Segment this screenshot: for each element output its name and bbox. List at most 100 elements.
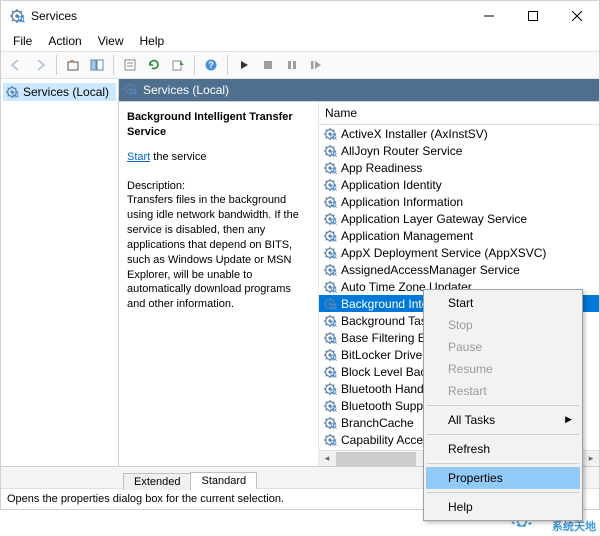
- ctx-start[interactable]: Start: [426, 292, 580, 314]
- gear-icon: [323, 348, 337, 362]
- close-button[interactable]: [555, 1, 599, 31]
- gear-icon: [123, 82, 137, 96]
- service-name: Application Information: [341, 195, 463, 209]
- menubar: File Action View Help: [1, 31, 599, 51]
- properties-icon[interactable]: [119, 54, 141, 76]
- service-name: Application Identity: [341, 178, 442, 192]
- gear-icon: [323, 263, 337, 277]
- refresh-icon[interactable]: [143, 54, 165, 76]
- gear-icon: [323, 212, 337, 226]
- help-icon[interactable]: ?: [200, 54, 222, 76]
- main-header-label: Services (Local): [143, 83, 229, 97]
- service-row[interactable]: ActiveX Installer (AxInstSV): [319, 125, 599, 142]
- service-row[interactable]: App Readiness: [319, 159, 599, 176]
- menu-help[interactable]: Help: [132, 32, 173, 50]
- service-row[interactable]: AllJoyn Router Service: [319, 142, 599, 159]
- start-service-icon[interactable]: [233, 54, 255, 76]
- gear-icon: [323, 229, 337, 243]
- tab-standard[interactable]: Standard: [190, 472, 257, 489]
- gear-icon: [323, 365, 337, 379]
- toolbar: ?: [1, 51, 599, 79]
- ctx-all-tasks-label: All Tasks: [448, 413, 495, 427]
- service-name: ActiveX Installer (AxInstSV): [341, 127, 488, 141]
- ctx-properties[interactable]: Properties: [426, 467, 580, 489]
- service-row[interactable]: Application Layer Gateway Service: [319, 210, 599, 227]
- scroll-left-icon[interactable]: ◂: [319, 451, 335, 467]
- selected-service-name: Background Intelligent Transfer Service: [127, 110, 310, 140]
- service-name: Application Management: [341, 229, 473, 243]
- ctx-refresh[interactable]: Refresh: [426, 438, 580, 460]
- show-hide-tree-icon[interactable]: [86, 54, 108, 76]
- back-arrow-icon[interactable]: [5, 54, 27, 76]
- ctx-separator: [427, 434, 579, 435]
- description-label: Description:: [127, 180, 185, 192]
- gear-icon: [323, 161, 337, 175]
- service-row[interactable]: AssignedAccessManager Service: [319, 261, 599, 278]
- export-list-icon[interactable]: [167, 54, 189, 76]
- toolbar-separator: [194, 55, 195, 75]
- ctx-separator: [427, 463, 579, 464]
- action-suffix: the service: [150, 151, 206, 163]
- restart-service-icon[interactable]: [305, 54, 327, 76]
- gear-icon: [323, 127, 337, 141]
- gear-icon: [323, 280, 337, 294]
- pause-service-icon[interactable]: [281, 54, 303, 76]
- main-header: Services (Local): [119, 79, 599, 101]
- ctx-separator: [427, 492, 579, 493]
- toolbar-separator: [113, 55, 114, 75]
- service-name: Application Layer Gateway Service: [341, 212, 527, 226]
- ctx-pause[interactable]: Pause: [426, 336, 580, 358]
- forward-arrow-icon[interactable]: [29, 54, 51, 76]
- window-title: Services: [31, 9, 467, 23]
- app-icon: [9, 8, 25, 24]
- context-menu: Start Stop Pause Resume Restart All Task…: [423, 289, 583, 521]
- svg-text:?: ?: [208, 60, 214, 70]
- ctx-stop[interactable]: Stop: [426, 314, 580, 336]
- ctx-restart[interactable]: Restart: [426, 380, 580, 402]
- service-name: BranchCache: [341, 416, 414, 430]
- tab-extended[interactable]: Extended: [123, 473, 191, 490]
- service-name: AppX Deployment Service (AppXSVC): [341, 246, 546, 260]
- tree-root-item[interactable]: Services (Local): [3, 83, 116, 101]
- ctx-resume[interactable]: Resume: [426, 358, 580, 380]
- service-row[interactable]: Application Management: [319, 227, 599, 244]
- gear-icon: [323, 297, 337, 311]
- gear-icon: [323, 433, 337, 447]
- menu-file[interactable]: File: [5, 32, 40, 50]
- detail-panel: Background Intelligent Transfer Service …: [119, 102, 319, 466]
- service-row[interactable]: AppX Deployment Service (AppXSVC): [319, 244, 599, 261]
- service-row[interactable]: Application Information: [319, 193, 599, 210]
- minimize-button[interactable]: [467, 1, 511, 31]
- menu-view[interactable]: View: [90, 32, 132, 50]
- toolbar-separator: [56, 55, 57, 75]
- tree-root-label: Services (Local): [23, 85, 109, 99]
- service-name: AllJoyn Router Service: [341, 144, 462, 158]
- gear-icon: [323, 246, 337, 260]
- gear-icon: [323, 314, 337, 328]
- scroll-right-icon[interactable]: ▸: [583, 451, 599, 467]
- maximize-button[interactable]: [511, 1, 555, 31]
- chevron-right-icon: ▶: [565, 414, 572, 425]
- description-text: Transfers files in the background using …: [127, 194, 299, 310]
- gear-icon: [323, 382, 337, 396]
- titlebar: Services: [1, 1, 599, 31]
- gear-icon: [323, 195, 337, 209]
- gear-icon: [323, 399, 337, 413]
- ctx-all-tasks[interactable]: All Tasks ▶: [426, 409, 580, 431]
- service-name: AssignedAccessManager Service: [341, 263, 520, 277]
- ctx-separator: [427, 405, 579, 406]
- service-row[interactable]: Application Identity: [319, 176, 599, 193]
- stop-service-icon[interactable]: [257, 54, 279, 76]
- column-header-name[interactable]: Name: [319, 102, 599, 125]
- up-level-icon[interactable]: [62, 54, 84, 76]
- tree-pane[interactable]: Services (Local): [1, 79, 119, 466]
- scroll-thumb[interactable]: [336, 452, 416, 466]
- start-service-link[interactable]: Start: [127, 151, 150, 163]
- menu-action[interactable]: Action: [40, 32, 89, 50]
- ctx-help[interactable]: Help: [426, 496, 580, 518]
- gear-icon: [323, 331, 337, 345]
- gear-icon: [5, 85, 19, 99]
- toolbar-separator: [227, 55, 228, 75]
- service-name: App Readiness: [341, 161, 422, 175]
- gear-icon: [323, 416, 337, 430]
